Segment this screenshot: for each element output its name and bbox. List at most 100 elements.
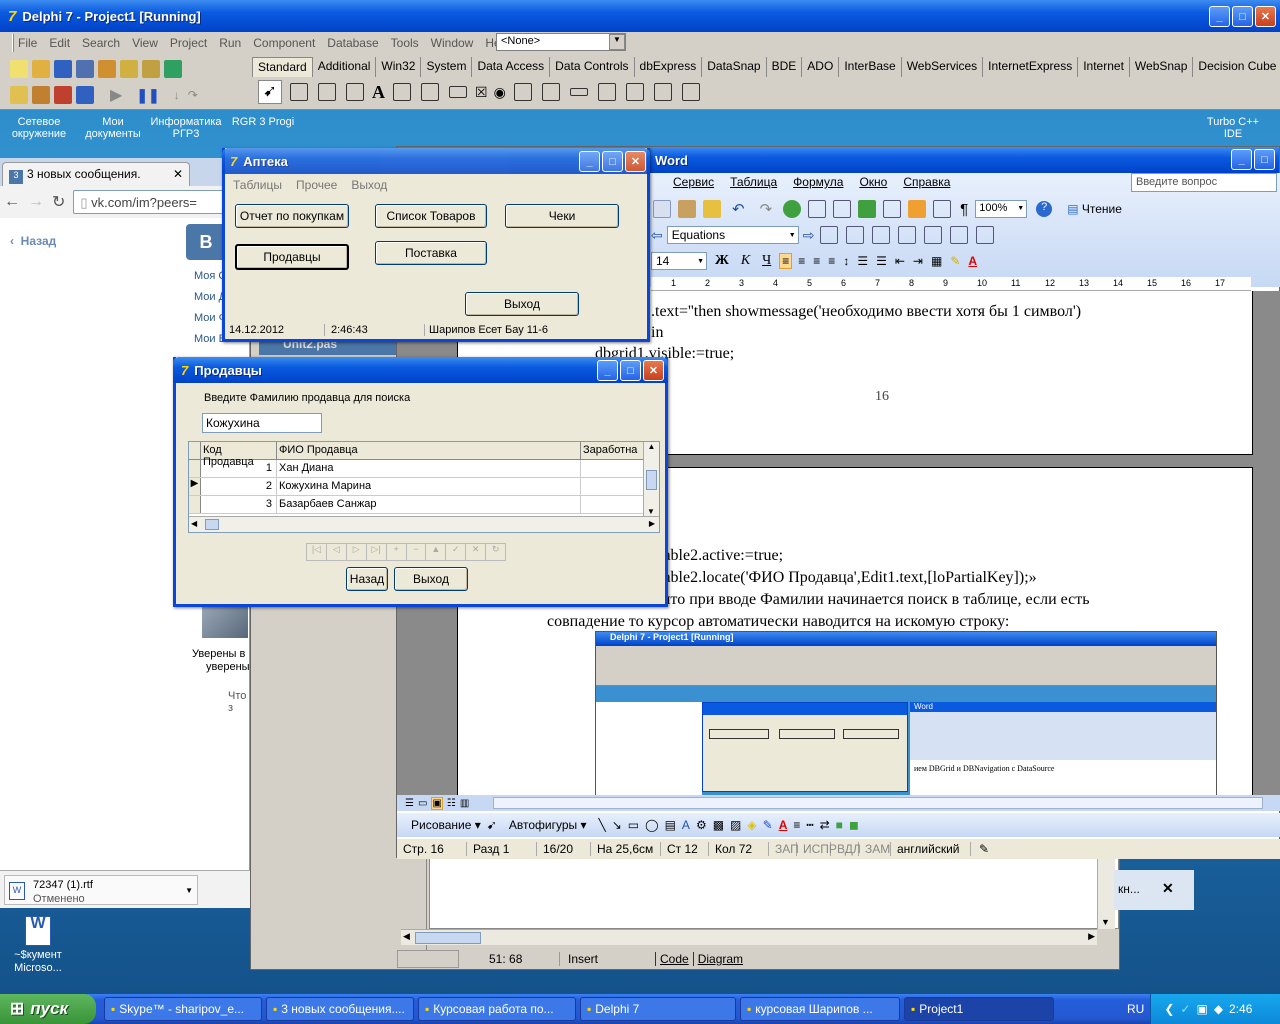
horizontal-scrollbar[interactable]: ◀ ▶ bbox=[401, 929, 1097, 945]
column-header-salary[interactable]: Заработна bbox=[581, 442, 641, 459]
help-icon[interactable]: ? bbox=[1036, 201, 1053, 217]
taskbar-item[interactable]: ▪ 3 новых сообщения.... bbox=[266, 997, 414, 1021]
add-file-icon[interactable] bbox=[120, 60, 138, 78]
equation-tool-icon[interactable] bbox=[846, 226, 865, 244]
picture-icon[interactable]: ▨ bbox=[730, 818, 741, 832]
view-form-icon[interactable] bbox=[32, 86, 50, 104]
scrollbar-icon[interactable] bbox=[569, 88, 588, 96]
embedded-screenshot[interactable]: Delphi 7 - Project1 [Running] Word ием D… bbox=[595, 631, 1217, 797]
copy-icon[interactable] bbox=[653, 200, 671, 218]
palette-tab[interactable]: Standard bbox=[252, 57, 313, 77]
apteka-menu-item[interactable]: Прочее bbox=[296, 178, 337, 192]
nav-first-icon[interactable]: |◁ bbox=[307, 544, 327, 560]
menu-item-run[interactable]: Run bbox=[219, 36, 241, 50]
nav-last-icon[interactable]: ▷| bbox=[367, 544, 387, 560]
document-map-icon[interactable] bbox=[933, 200, 952, 218]
report-purchases-button[interactable]: Отчет по покупкам bbox=[235, 204, 349, 228]
column-header-id[interactable]: Код Продавца bbox=[201, 442, 277, 468]
menu-item-tools[interactable]: Tools bbox=[391, 36, 419, 50]
chevron-down-icon[interactable]: ▼ bbox=[789, 232, 796, 239]
minimize-button[interactable]: _ bbox=[579, 151, 600, 172]
skype-tray-icon[interactable]: ✓ bbox=[1180, 1002, 1190, 1016]
panel-icon[interactable] bbox=[653, 83, 672, 101]
help-icon[interactable] bbox=[164, 60, 182, 78]
label-icon[interactable]: A bbox=[372, 82, 385, 103]
palette-tab[interactable]: BDE bbox=[767, 57, 803, 77]
word-menu-item[interactable]: Окно bbox=[859, 175, 887, 195]
chevron-down-icon[interactable]: ▼ bbox=[1017, 205, 1024, 212]
goods-list-button[interactable]: Список Товаров bbox=[375, 204, 487, 228]
checkbox-icon[interactable]: ☒ bbox=[475, 84, 488, 101]
menu-item-view[interactable]: View bbox=[132, 36, 158, 50]
columns-icon[interactable] bbox=[883, 200, 902, 218]
paste-icon[interactable] bbox=[678, 200, 696, 218]
undo-icon[interactable]: ↶ bbox=[732, 200, 745, 218]
nav-edit-icon[interactable]: ▲ bbox=[426, 544, 447, 560]
word-menu-item[interactable]: Справка bbox=[903, 175, 950, 195]
taskbar-item[interactable]: ▪ Skype™ - sharipov_e... bbox=[104, 997, 262, 1021]
browser-tab[interactable]: 33 новых сообщения. ✕ bbox=[2, 162, 190, 186]
new-icon[interactable] bbox=[10, 60, 28, 78]
chevron-down-icon[interactable]: ▼ bbox=[609, 34, 625, 50]
h-scrollbar[interactable] bbox=[493, 797, 1264, 809]
taskbar-item[interactable]: ▪ Project1 bbox=[904, 997, 1054, 1021]
word-menu-item[interactable]: Формула bbox=[793, 175, 843, 195]
nav-post-icon[interactable]: ✓ bbox=[446, 544, 467, 560]
arrow-icon[interactable]: ↘ bbox=[612, 818, 622, 832]
reload-icon[interactable]: ↻ bbox=[52, 192, 65, 212]
pause-icon[interactable]: ❚❚ bbox=[136, 87, 159, 104]
hyperlink-icon[interactable] bbox=[783, 200, 802, 218]
nav-cancel-icon[interactable]: ✕ bbox=[466, 544, 487, 560]
desktop-icon-turbo[interactable]: Turbo C++ IDE bbox=[1200, 116, 1266, 140]
tab-diagram[interactable]: Diagram bbox=[692, 952, 747, 966]
textbox-icon[interactable]: ▤ bbox=[665, 818, 676, 832]
desktop-icon-informatika[interactable]: Информатика РГР3 bbox=[150, 116, 222, 140]
run-icon[interactable]: ▶ bbox=[110, 85, 122, 105]
seller-search-input[interactable]: Кожухина bbox=[202, 413, 322, 433]
forward-arrow-icon[interactable]: → bbox=[28, 193, 44, 211]
palette-tab[interactable]: DataSnap bbox=[702, 57, 767, 77]
language-indicator[interactable]: RU bbox=[1127, 1002, 1144, 1016]
arrow-right-icon[interactable]: ▶ bbox=[649, 519, 655, 528]
checks-button[interactable]: Чеки bbox=[505, 204, 619, 228]
grid-hscroll[interactable]: ◀ ▶ bbox=[189, 516, 659, 532]
table-row[interactable]: 1 Хан Диана bbox=[189, 460, 659, 478]
close-icon[interactable]: ✕ bbox=[1162, 880, 1174, 897]
outdent-icon[interactable]: ⇥ bbox=[911, 254, 925, 268]
palette-tab[interactable]: Additional bbox=[313, 57, 377, 77]
nav-insert-icon[interactable]: + bbox=[387, 544, 407, 560]
palette-tab[interactable]: ADO bbox=[802, 57, 840, 77]
palette-tab[interactable]: Win32 bbox=[376, 57, 422, 77]
arrow-up-icon[interactable]: ▲ bbox=[644, 442, 659, 451]
back-button[interactable]: Назад bbox=[346, 567, 388, 591]
dash-style-icon[interactable]: ┅ bbox=[806, 818, 813, 832]
supply-button[interactable]: Поставка bbox=[375, 241, 487, 265]
indent-icon[interactable]: ⇤ bbox=[893, 254, 907, 268]
edit-icon[interactable] bbox=[393, 83, 411, 101]
vk-ad-link[interactable]: Что з bbox=[228, 690, 249, 714]
arrow-left-icon[interactable]: ◀ bbox=[191, 519, 197, 528]
reading-view-icon[interactable]: ▥ bbox=[460, 798, 469, 809]
pointer-icon[interactable]: ➹ bbox=[258, 80, 282, 104]
italic-icon[interactable]: К bbox=[741, 253, 750, 269]
exit-button[interactable]: Выход bbox=[394, 567, 468, 591]
popup-menu-icon[interactable] bbox=[346, 83, 364, 101]
close-button[interactable]: ✕ bbox=[625, 151, 646, 172]
drawing-menu-button[interactable]: Рисование ▾ bbox=[411, 818, 481, 832]
memo-icon[interactable] bbox=[421, 83, 439, 101]
arrow-right-icon[interactable]: ▶ bbox=[1088, 931, 1095, 942]
groupbox-icon[interactable] bbox=[597, 83, 616, 101]
format-painter-icon[interactable] bbox=[703, 200, 721, 218]
exit-button[interactable]: Выход bbox=[465, 292, 579, 316]
vk-ad-image[interactable] bbox=[202, 606, 248, 638]
table-row[interactable]: 3 Базарбаев Санжар bbox=[189, 496, 659, 514]
button-icon[interactable] bbox=[449, 86, 467, 98]
bold-icon[interactable]: Ж bbox=[715, 253, 729, 269]
equation-tool-icon[interactable] bbox=[924, 226, 943, 244]
save-icon[interactable] bbox=[54, 60, 72, 78]
palette-tab[interactable]: Data Controls bbox=[550, 57, 635, 77]
frames-icon[interactable] bbox=[290, 83, 308, 101]
border-icon[interactable]: ▦ bbox=[929, 254, 944, 268]
network-tray-icon[interactable]: ▣ bbox=[1196, 1002, 1207, 1016]
equation-tool-icon[interactable] bbox=[950, 226, 969, 244]
